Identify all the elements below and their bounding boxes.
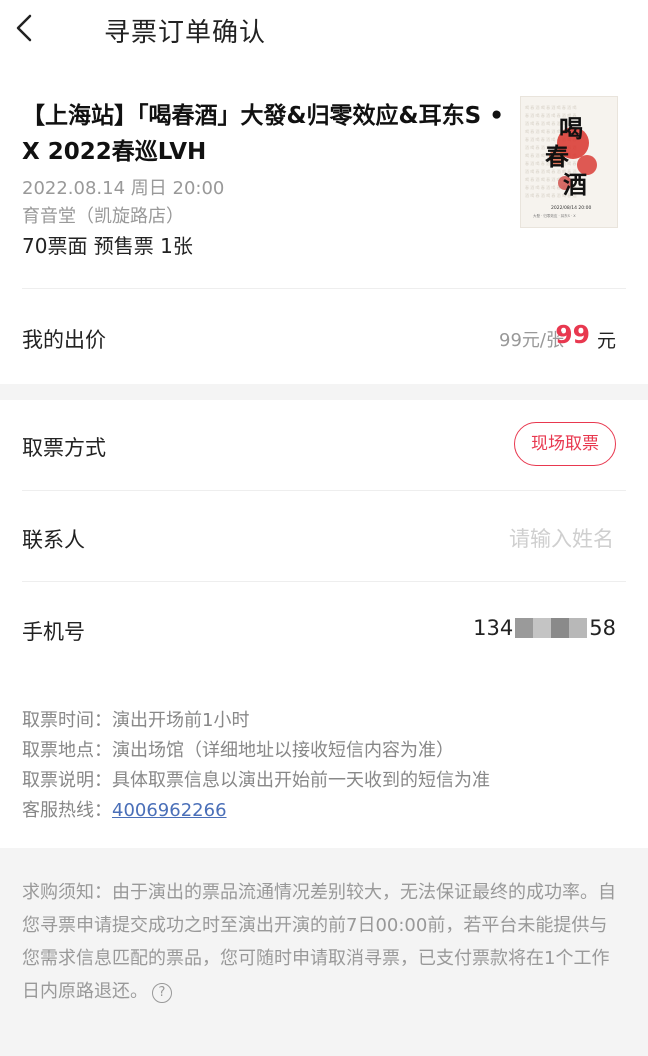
phone-mask — [515, 618, 588, 638]
notice-text: 求购须知：由于演出的票品流通情况差别较大，无法保证最终的成功率。自您寻票申请提交… — [22, 882, 616, 1002]
show-datetime: 2022.08.14 周日 20:00 — [22, 178, 225, 199]
phone-suffix: 58 — [589, 616, 616, 640]
nav-bar: 寻票订单确认 — [0, 0, 648, 58]
hotline-info: 客服热线：4006962266 — [22, 796, 227, 822]
help-icon[interactable]: ? — [152, 983, 172, 1003]
svg-text:春: 春 — [545, 142, 569, 171]
svg-text:2022/08/14 20:00: 2022/08/14 20:00 — [551, 205, 591, 211]
svg-text:喝 春 酒 喝 春 酒 喝 春 酒 喝: 喝 春 酒 喝 春 酒 喝 春 酒 喝 — [525, 104, 576, 110]
pickup-place-info: 取票地点：演出场馆（详细地址以接收短信内容为准） — [22, 740, 454, 761]
phone-prefix: 134 — [473, 616, 514, 640]
phone-label: 手机号 — [22, 620, 85, 644]
pickup-time-info: 取票时间：演出开场前1小时 — [22, 710, 250, 731]
back-arrow-icon[interactable] — [8, 8, 48, 48]
ticket-info: 70票面 预售票 1张 — [22, 234, 193, 258]
purchase-notice: 求购须知：由于演出的票品流通情况差别较大，无法保证最终的成功率。自您寻票申请提交… — [22, 876, 622, 1008]
svg-text:大發 · 归零效应 · 耳东S · X: 大發 · 归零效应 · 耳东S · X — [533, 213, 576, 218]
divider — [22, 288, 626, 289]
currency-unit: 元 — [596, 330, 616, 352]
total-price: 99 — [555, 320, 590, 349]
svg-text:喝: 喝 — [559, 114, 583, 143]
phone-number: 134 58 — [473, 616, 616, 640]
page-title: 寻票订单确认 — [104, 18, 267, 48]
show-title: 【上海站】「喝春酒」大發&归零效应&耳东S • X 2022春巡LVH — [22, 103, 504, 165]
pickup-method-button[interactable]: 现场取票 — [514, 422, 616, 466]
divider — [22, 581, 626, 582]
order-form: 取票方式 现场取票 联系人 手机号 134 58 取票时间：演出开场前1小时 取票… — [0, 400, 648, 848]
hotline-link[interactable]: 4006962266 — [112, 800, 227, 821]
contact-name-input[interactable] — [392, 520, 616, 558]
divider — [22, 490, 626, 491]
show-card: 【上海站】「喝春酒」大發&归零效应&耳东S • X 2022春巡LVH 2022… — [0, 58, 648, 384]
show-venue: 育音堂（凯旋路店） — [22, 206, 184, 227]
svg-text:酒: 酒 — [563, 170, 587, 199]
contact-label: 联系人 — [22, 528, 85, 552]
show-poster: 喝 春 酒 喝 春 酒 喝 春 酒 喝 春 酒 喝 春 酒 喝 春 酒 喝 春 … — [520, 96, 618, 228]
pickup-label: 取票方式 — [22, 436, 106, 460]
hotline-label: 客服热线： — [22, 800, 112, 821]
bid-label: 我的出价 — [22, 328, 106, 352]
pickup-desc-info: 取票说明：具体取票信息以演出开始前一天收到的短信为准 — [22, 770, 490, 791]
